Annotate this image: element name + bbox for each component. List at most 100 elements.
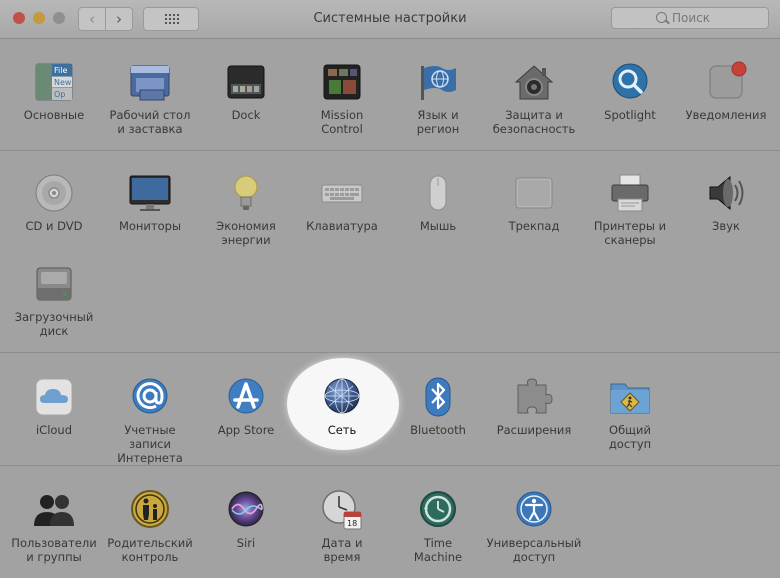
- pane-accessibility[interactable]: Универсальный доступ: [486, 488, 582, 564]
- pane-date-time[interactable]: 18 Дата и время: [294, 488, 390, 564]
- pane-label: Mission Control: [320, 108, 364, 136]
- pane-keyboard[interactable]: Клавиатура: [294, 171, 390, 233]
- pane-label: Bluetooth: [410, 423, 466, 437]
- forward-button[interactable]: ›: [105, 7, 133, 31]
- pane-startup-disk[interactable]: Загрузочный диск: [6, 262, 102, 338]
- desktop-screensaver-icon: [128, 60, 172, 104]
- pane-parental[interactable]: Родительский контроль: [102, 488, 198, 564]
- pane-label: CD и DVD: [25, 219, 83, 233]
- pane-label: Пользователи и группы: [11, 536, 97, 564]
- accessibility-figure-icon: [512, 488, 556, 532]
- pane-general[interactable]: File New Op Основные: [6, 60, 102, 122]
- section-personal: File New Op Основные Рабочий стол и заставк…: [0, 39, 780, 150]
- pane-dock[interactable]: Dock: [198, 60, 294, 122]
- pane-energy[interactable]: Экономия энергии: [198, 171, 294, 247]
- svg-text:18: 18: [347, 519, 357, 528]
- mouse-icon: [416, 171, 460, 215]
- pane-label: Уведомления: [685, 108, 767, 122]
- notification-badge-icon: [704, 60, 748, 104]
- pane-internet-accounts[interactable]: Учетные записи Интернета: [102, 375, 198, 465]
- pane-printers[interactable]: Принтеры и сканеры: [582, 171, 678, 247]
- flag-globe-icon: [416, 60, 460, 104]
- pane-app-store[interactable]: App Store: [198, 375, 294, 437]
- pane-label: Time Machine: [413, 536, 463, 564]
- clock-calendar-icon: 18: [320, 488, 364, 532]
- pane-label: Принтеры и сканеры: [593, 219, 667, 247]
- cloud-icon: [32, 375, 76, 419]
- pane-label: Основные: [23, 108, 85, 122]
- pane-label: Рабочий стол и заставка: [109, 108, 191, 136]
- pane-security[interactable]: Защита и безопасность: [486, 60, 582, 136]
- pane-label: Трекпад: [508, 219, 560, 233]
- pane-network[interactable]: Сеть: [294, 375, 390, 437]
- dock-icon: [224, 60, 268, 104]
- pane-label: Учетные записи Интернета: [117, 423, 183, 465]
- search-input[interactable]: [672, 10, 762, 26]
- system-preferences-window: ‹ › Системные настройки File New Op Основн…: [0, 0, 780, 578]
- pane-label: Универсальный доступ: [486, 536, 582, 564]
- pane-mission-control[interactable]: Mission Control: [294, 60, 390, 136]
- svg-text:New: New: [54, 78, 72, 87]
- show-all-button[interactable]: [143, 7, 199, 31]
- pane-label: Клавиатура: [306, 219, 378, 233]
- pane-label: Загрузочный диск: [14, 310, 94, 338]
- section-system: Пользователи и группы Родительский контрол…: [0, 466, 780, 578]
- title-bar: ‹ › Системные настройки: [0, 0, 780, 39]
- pane-label: Защита и безопасность: [492, 108, 576, 136]
- zoom-window-button[interactable]: [53, 12, 65, 24]
- pane-trackpad[interactable]: Трекпад: [486, 171, 582, 233]
- pane-label: Siri: [236, 536, 256, 550]
- pane-mouse[interactable]: Мышь: [390, 171, 486, 233]
- minimize-window-button[interactable]: [33, 12, 45, 24]
- magnifier-icon: [608, 60, 652, 104]
- pane-extensions[interactable]: Расширения: [486, 375, 582, 437]
- keyboard-icon: [320, 171, 364, 215]
- shared-folder-icon: [608, 375, 652, 419]
- file-window-icon: File New Op: [32, 60, 76, 104]
- pane-time-machine[interactable]: Time Machine: [390, 488, 486, 564]
- pane-sound[interactable]: Звук: [678, 171, 774, 233]
- pane-label: Мышь: [419, 219, 457, 233]
- pane-label: App Store: [217, 423, 275, 437]
- pane-label: Общий доступ: [608, 423, 652, 451]
- parental-control-icon: [128, 488, 172, 532]
- pane-label: Сеть: [327, 423, 357, 437]
- at-sign-icon: [128, 375, 172, 419]
- time-machine-icon: [416, 488, 460, 532]
- pane-label: Экономия энергии: [216, 219, 276, 247]
- section-internet-wireless: iCloud Учетные записи Интернета App Store…: [0, 353, 780, 465]
- pane-bluetooth[interactable]: Bluetooth: [390, 375, 486, 437]
- back-button[interactable]: ‹: [78, 7, 106, 31]
- close-window-button[interactable]: [13, 12, 25, 24]
- siri-orb-icon: [224, 488, 268, 532]
- pane-label: Язык и регион: [416, 108, 460, 136]
- bluetooth-icon: [416, 375, 460, 419]
- app-store-icon: [224, 375, 268, 419]
- pane-label: Spotlight: [604, 108, 656, 122]
- search-icon: [656, 12, 667, 23]
- svg-text:Op: Op: [54, 90, 65, 99]
- pane-language[interactable]: Язык и регион: [390, 60, 486, 136]
- lightbulb-icon: [224, 171, 268, 215]
- network-globe-icon: [320, 375, 364, 419]
- pane-spotlight[interactable]: Spotlight: [582, 60, 678, 122]
- pane-cd-dvd[interactable]: CD и DVD: [6, 171, 102, 233]
- pane-notifications[interactable]: Уведомления: [678, 60, 774, 122]
- users-silhouette-icon: [32, 488, 76, 532]
- pane-icloud[interactable]: iCloud: [6, 375, 102, 437]
- mission-control-icon: [320, 60, 364, 104]
- pane-desktop[interactable]: Рабочий стол и заставка: [102, 60, 198, 136]
- pane-siri[interactable]: Siri: [198, 488, 294, 550]
- search-field[interactable]: [611, 7, 769, 29]
- pane-displays[interactable]: Мониторы: [102, 171, 198, 233]
- pane-label: Мониторы: [118, 219, 182, 233]
- pane-users[interactable]: Пользователи и группы: [6, 488, 102, 564]
- pane-label: Родительский контроль: [107, 536, 193, 564]
- disc-icon: [32, 171, 76, 215]
- pane-label: Расширения: [496, 423, 572, 437]
- house-camera-icon: [512, 60, 556, 104]
- pane-label: Звук: [712, 219, 740, 233]
- monitor-icon: [128, 171, 172, 215]
- puzzle-piece-icon: [512, 375, 556, 419]
- pane-sharing[interactable]: Общий доступ: [582, 375, 678, 451]
